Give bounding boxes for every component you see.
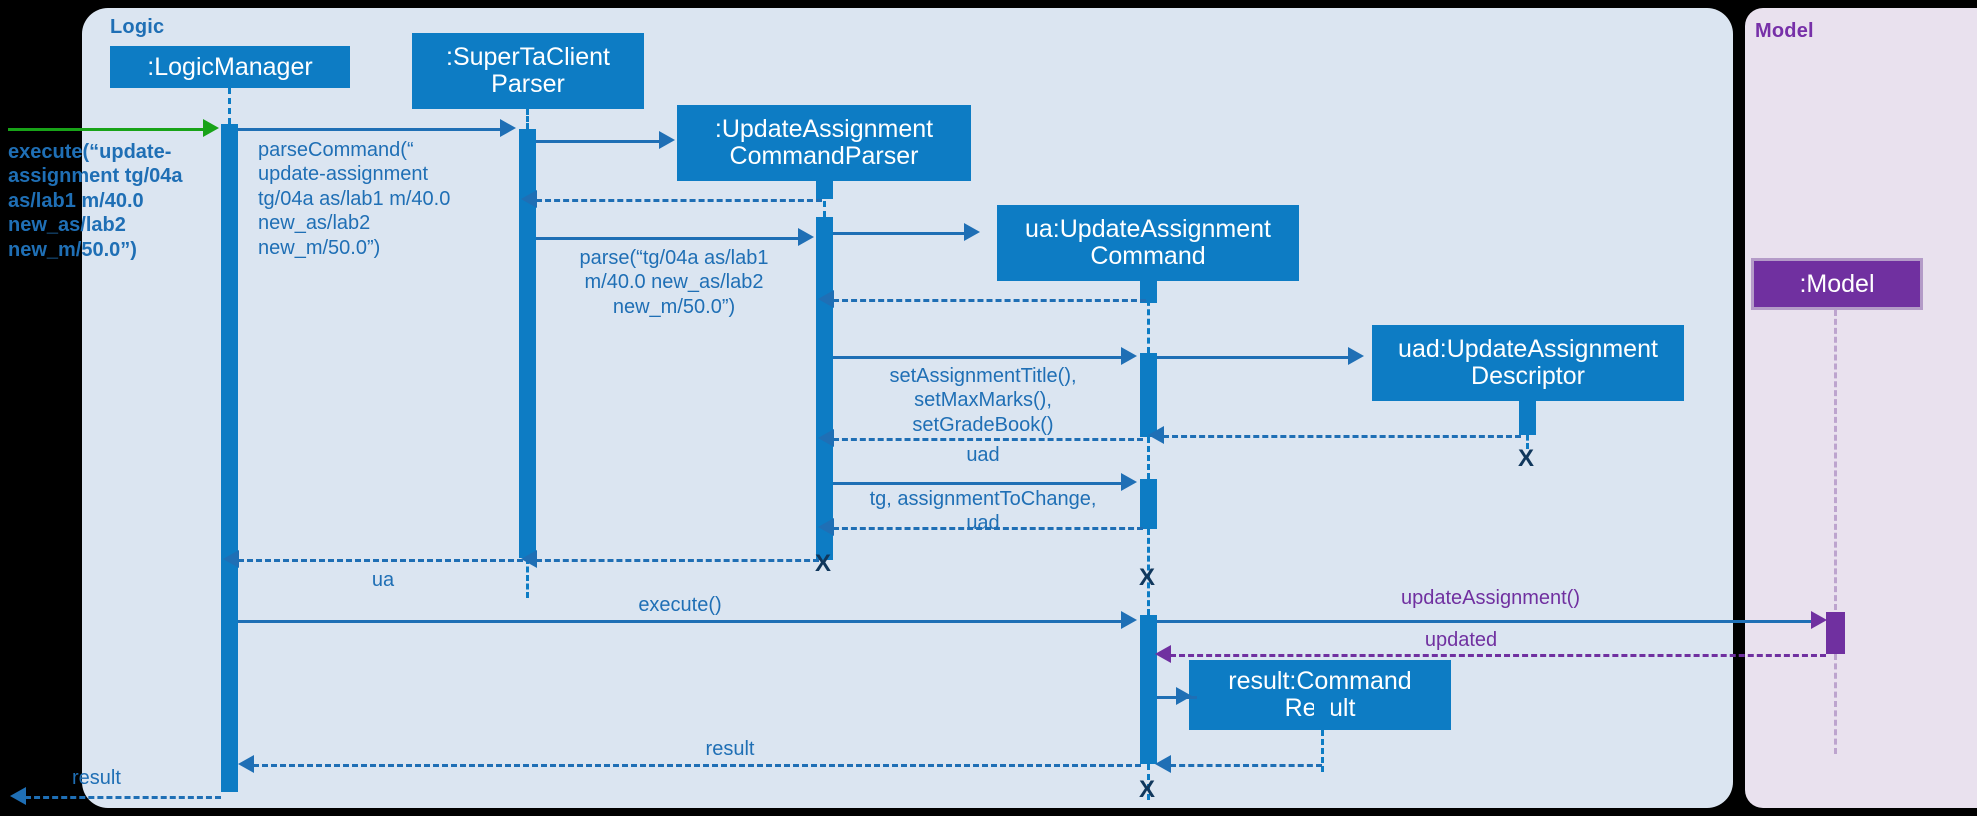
activation-command-parser-create — [816, 181, 833, 199]
message-label-return-ua: ua — [371, 569, 395, 591]
message-arrowhead-return-command-result — [1155, 755, 1171, 773]
activation-model — [1826, 612, 1845, 654]
message-arrowhead-return-construct — [818, 518, 834, 536]
lifeline-label-model: :Model — [1799, 269, 1875, 298]
message-arrowhead-parse — [798, 228, 814, 246]
activation-ua-command-setters — [1140, 353, 1157, 437]
message-label-setters: setAssignmentTitle(), setMaxMarks(), set… — [889, 365, 1077, 436]
message-line-return-ua-create — [833, 299, 1146, 302]
message-line-return-construct — [833, 527, 1143, 530]
message-arrowhead-return-ua-to-logic — [223, 550, 239, 568]
package-logic-label: Logic — [110, 16, 165, 38]
lifeline-box-logic-manager[interactable]: :LogicManager — [110, 46, 350, 88]
lifeline-stem-model — [1834, 310, 1837, 610]
message-arrowhead-parse-command — [500, 119, 516, 137]
lifeline-label-parser: :SuperTaClient Parser — [446, 43, 610, 98]
message-line-setters — [833, 356, 1123, 359]
message-line-parse — [536, 237, 800, 240]
message-line-return-command-parser — [536, 199, 822, 202]
destroy-marker-ua-command-mid: X — [1139, 564, 1156, 591]
message-line-execute-command — [238, 620, 1123, 623]
package-model — [1745, 8, 1977, 808]
message-label-parse-command: parseCommand(“ update-assignment tg/04a … — [258, 139, 451, 259]
lifeline-box-parser[interactable]: :SuperTaClient Parser — [412, 33, 644, 109]
message-arrowhead-return-ua-to-parser — [521, 550, 537, 568]
lifeline-box-ua-command[interactable]: ua:UpdateAssignment Command — [997, 205, 1299, 281]
message-label-return-uad: uad — [966, 444, 1000, 466]
message-arrowhead-result-to-logic — [238, 755, 254, 773]
message-line-create-ua-command — [833, 232, 965, 235]
message-arrowhead-return-uad-create — [1148, 426, 1164, 444]
lifeline-stem-parser — [526, 109, 529, 129]
lifeline-label-logic-manager: :LogicManager — [147, 52, 313, 81]
message-arrowhead-create-command-parser — [659, 131, 675, 149]
message-arrowhead-create-command-result — [1176, 687, 1192, 705]
lifeline-box-uad-descriptor[interactable]: uad:UpdateAssignment Descriptor — [1372, 325, 1684, 401]
message-label-updated: updated — [1424, 629, 1498, 651]
message-arrowhead-result-exit — [10, 787, 26, 805]
message-label-update-assignment: updateAssignment() — [1401, 587, 1580, 609]
destroy-marker-ua-command-end: X — [1139, 776, 1156, 803]
message-label-entry-execute: execute(“update- assignment tg/04a as/la… — [8, 141, 183, 261]
message-line-return-command-result — [1170, 764, 1322, 767]
lifeline-label-command-parser: :UpdateAssignment CommandParser — [714, 115, 934, 170]
message-label-result-exit: result — [72, 767, 121, 789]
message-line-updated — [1170, 654, 1826, 657]
package-model-label: Model — [1755, 20, 1814, 42]
activation-command-result — [1314, 696, 1331, 730]
message-label-execute-command: execute() — [638, 594, 722, 616]
destroy-marker-command-parser: X — [815, 550, 832, 577]
lifeline-box-command-parser[interactable]: :UpdateAssignment CommandParser — [677, 105, 971, 181]
lifeline-label-ua-command: ua:UpdateAssignment Command — [1025, 215, 1271, 270]
message-line-return-uad-create — [1163, 435, 1521, 438]
message-arrowhead-create-ua-command — [964, 223, 980, 241]
lifeline-stem-model-tail — [1834, 654, 1837, 754]
lifeline-label-uad-descriptor: uad:UpdateAssignment Descriptor — [1398, 335, 1658, 390]
message-line-result-to-logic — [253, 764, 1141, 767]
message-line-create-command-parser — [536, 140, 660, 143]
destroy-marker-uad-descriptor: X — [1518, 445, 1535, 472]
lifeline-stem-logic-manager — [228, 88, 231, 124]
activation-ua-command-execute — [1140, 615, 1157, 764]
lifeline-box-model[interactable]: :Model — [1751, 258, 1923, 310]
message-line-parse-command — [238, 128, 504, 131]
message-line-entry-execute — [8, 128, 204, 131]
activation-uad-descriptor — [1519, 401, 1536, 435]
message-arrowhead-updated — [1155, 645, 1171, 663]
message-arrowhead-execute-command — [1121, 611, 1137, 629]
message-arrowhead-update-assignment — [1811, 611, 1827, 629]
message-line-construct-ua — [833, 482, 1123, 485]
sequence-diagram-canvas: Logic Model :LogicManager :SuperTaClient… — [0, 0, 1977, 816]
message-arrowhead-entry-execute — [203, 119, 219, 137]
message-arrowhead-create-uad — [1348, 347, 1364, 365]
message-line-return-uad — [833, 438, 1143, 441]
message-line-update-assignment — [1157, 620, 1813, 623]
message-label-result-to-logic: result — [705, 738, 755, 760]
message-arrowhead-return-ua-create — [818, 290, 834, 308]
message-line-result-exit — [25, 796, 221, 799]
message-arrowhead-return-uad — [818, 429, 834, 447]
message-label-parse: parse(“tg/04a as/lab1 m/40.0 new_as/lab2… — [579, 247, 769, 318]
message-arrowhead-return-command-parser — [521, 190, 537, 208]
message-line-create-uad — [1157, 356, 1349, 359]
message-line-return-ua-to-logic — [238, 559, 523, 562]
message-arrowhead-setters — [1121, 347, 1137, 365]
message-line-return-ua-to-parser — [536, 559, 819, 562]
activation-logic-manager — [221, 124, 238, 792]
